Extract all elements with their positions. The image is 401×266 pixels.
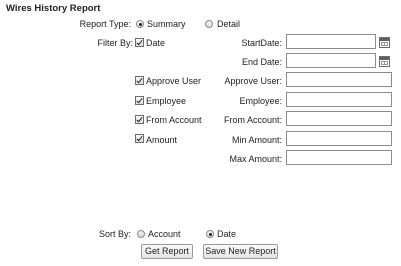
approve-user-input[interactable]: [286, 72, 392, 87]
start-date-label: StartDate:: [241, 38, 282, 48]
filter-from-account-checkbox[interactable]: [135, 115, 144, 124]
employee-label: Employee:: [239, 96, 282, 106]
sort-by-date-radio[interactable]: [206, 230, 214, 238]
filter-employee-label: Employee: [146, 96, 187, 106]
from-account-input[interactable]: [286, 111, 392, 126]
report-type-summary-label: Summary: [147, 19, 186, 29]
report-type-detail-label: Detail: [217, 19, 241, 29]
report-type-summary-radio[interactable]: [136, 20, 144, 28]
min-amount-label: Min Amount:: [231, 135, 282, 145]
filter-employee-checkbox[interactable]: [135, 96, 144, 105]
max-amount-label: Max Amount:: [229, 154, 282, 164]
sort-by-label: Sort By:: [98, 229, 131, 239]
calendar-icon[interactable]: [379, 56, 390, 67]
get-report-button[interactable]: Get Report: [141, 244, 193, 259]
filter-amount-checkbox[interactable]: [135, 134, 144, 143]
filter-amount-label: Amount: [146, 135, 178, 145]
start-date-input[interactable]: [286, 34, 376, 49]
filter-date-checkbox[interactable]: [135, 38, 144, 47]
filter-from-account-label: From Account: [146, 115, 202, 125]
end-date-label: End Date:: [241, 57, 282, 67]
approve-user-label: Approve User:: [224, 76, 282, 86]
calendar-icon[interactable]: [379, 37, 390, 48]
sort-by-account-radio[interactable]: [137, 230, 145, 238]
report-type-detail-radio[interactable]: [205, 20, 213, 28]
max-amount-input[interactable]: [286, 150, 392, 165]
save-new-report-button[interactable]: Save New Report: [203, 244, 278, 259]
min-amount-input[interactable]: [286, 131, 392, 146]
page-title: Wires History Report: [6, 3, 101, 14]
filter-approve-user-checkbox[interactable]: [135, 76, 144, 85]
report-type-label: Report Type:: [79, 19, 131, 29]
filter-by-label: Filter By:: [97, 38, 133, 48]
sort-by-account-label: Account: [148, 229, 181, 239]
filter-date-label: Date: [146, 38, 166, 48]
filter-approve-user-label: Approve User: [146, 76, 202, 86]
from-account-label: From Account:: [223, 115, 282, 125]
employee-input[interactable]: [286, 92, 392, 107]
sort-by-date-label: Date: [217, 229, 237, 239]
end-date-input[interactable]: [286, 53, 376, 68]
